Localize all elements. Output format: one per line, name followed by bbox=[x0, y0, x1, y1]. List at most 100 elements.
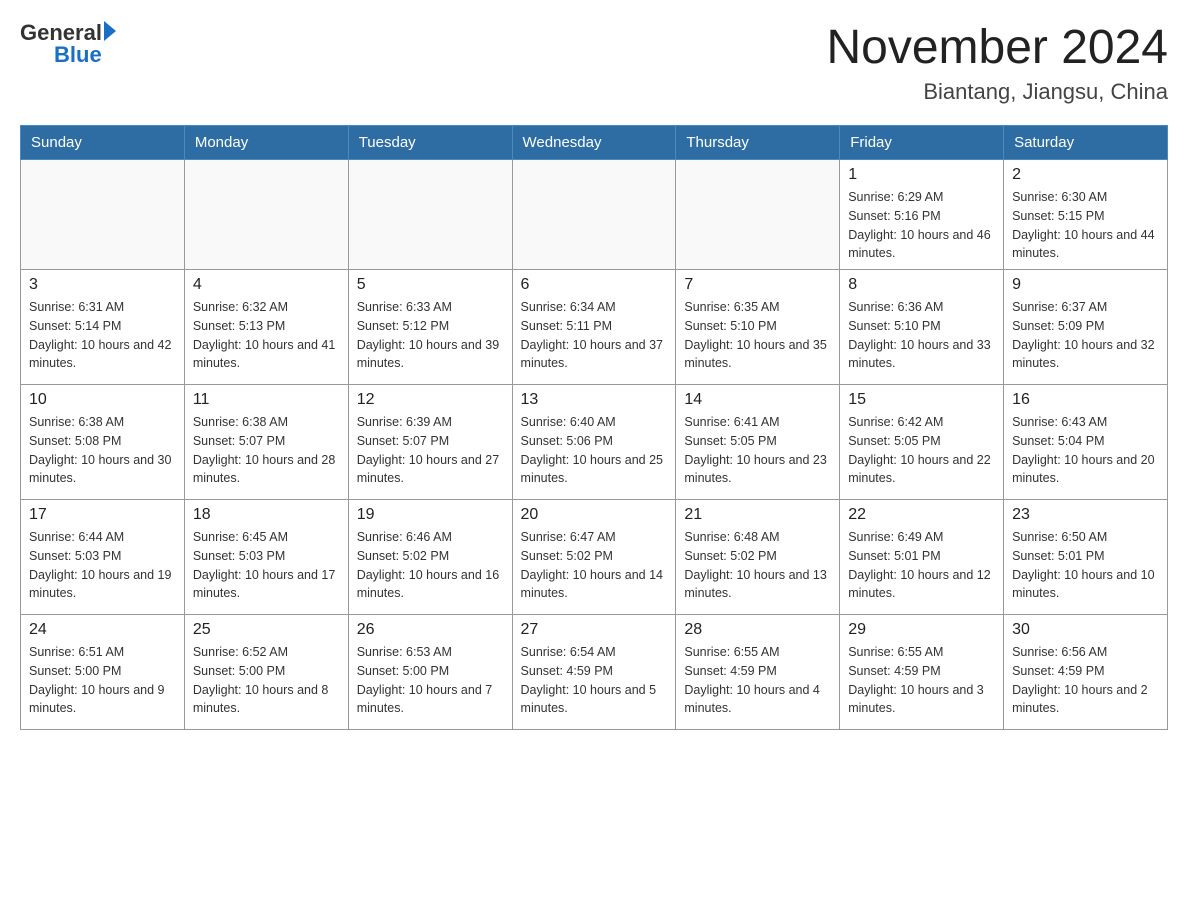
calendar-cell: 24 Sunrise: 6:51 AMSunset: 5:00 PMDayligh… bbox=[21, 615, 185, 730]
calendar-week-3: 10Sunrise: 6:38 AMSunset: 5:08 PMDayligh… bbox=[21, 385, 1168, 500]
calendar-cell: 21 Sunrise: 6:48 AMSunset: 5:02 PMDayligh… bbox=[676, 500, 840, 615]
day-info: Sunrise: 6:38 AMSunset: 5:07 PMDaylight:… bbox=[193, 413, 340, 488]
weekday-header-wednesday: Wednesday bbox=[512, 126, 676, 160]
day-number: 9 bbox=[1012, 276, 1159, 294]
day-info: Sunrise: 6:29 AMSunset: 5:16 PMDaylight:… bbox=[848, 188, 995, 263]
calendar-cell: 9 Sunrise: 6:37 AMSunset: 5:09 PMDaylight… bbox=[1004, 270, 1168, 385]
day-number: 11 bbox=[193, 391, 340, 409]
calendar-cell: 23 Sunrise: 6:50 AMSunset: 5:01 PMDayligh… bbox=[1004, 500, 1168, 615]
calendar-cell bbox=[348, 160, 512, 270]
calendar-week-2: 3 Sunrise: 6:31 AMSunset: 5:14 PMDaylight… bbox=[21, 270, 1168, 385]
day-info: Sunrise: 6:32 AMSunset: 5:13 PMDaylight:… bbox=[193, 298, 340, 373]
day-info: Sunrise: 6:35 AMSunset: 5:10 PMDaylight:… bbox=[684, 298, 831, 373]
calendar-cell: 18Sunrise: 6:45 AMSunset: 5:03 PMDayligh… bbox=[184, 500, 348, 615]
day-info: Sunrise: 6:30 AMSunset: 5:15 PMDaylight:… bbox=[1012, 188, 1159, 263]
calendar-cell: 1 Sunrise: 6:29 AMSunset: 5:16 PMDaylight… bbox=[840, 160, 1004, 270]
day-number: 22 bbox=[848, 506, 995, 524]
day-info: Sunrise: 6:34 AMSunset: 5:11 PMDaylight:… bbox=[521, 298, 668, 373]
calendar-cell bbox=[676, 160, 840, 270]
calendar-cell bbox=[21, 160, 185, 270]
calendar-cell: 29 Sunrise: 6:55 AMSunset: 4:59 PMDayligh… bbox=[840, 615, 1004, 730]
day-info: Sunrise: 6:50 AMSunset: 5:01 PMDaylight:… bbox=[1012, 528, 1159, 603]
calendar-cell: 30 Sunrise: 6:56 AMSunset: 4:59 PMDayligh… bbox=[1004, 615, 1168, 730]
day-info: Sunrise: 6:37 AMSunset: 5:09 PMDaylight:… bbox=[1012, 298, 1159, 373]
day-number: 24 bbox=[29, 621, 176, 639]
day-number: 30 bbox=[1012, 621, 1159, 639]
calendar-table: SundayMondayTuesdayWednesdayThursdayFrid… bbox=[20, 125, 1168, 730]
day-number: 15 bbox=[848, 391, 995, 409]
day-number: 16 bbox=[1012, 391, 1159, 409]
day-number: 14 bbox=[684, 391, 831, 409]
calendar-cell: 13Sunrise: 6:40 AMSunset: 5:06 PMDayligh… bbox=[512, 385, 676, 500]
day-number: 2 bbox=[1012, 166, 1159, 184]
day-info: Sunrise: 6:39 AMSunset: 5:07 PMDaylight:… bbox=[357, 413, 504, 488]
calendar-cell: 22 Sunrise: 6:49 AMSunset: 5:01 PMDayligh… bbox=[840, 500, 1004, 615]
calendar-cell: 14 Sunrise: 6:41 AMSunset: 5:05 PMDayligh… bbox=[676, 385, 840, 500]
calendar-cell: 12Sunrise: 6:39 AMSunset: 5:07 PMDayligh… bbox=[348, 385, 512, 500]
calendar-cell: 27 Sunrise: 6:54 AMSunset: 4:59 PMDayligh… bbox=[512, 615, 676, 730]
day-number: 1 bbox=[848, 166, 995, 184]
weekday-header-sunday: Sunday bbox=[21, 126, 185, 160]
day-info: Sunrise: 6:56 AMSunset: 4:59 PMDaylight:… bbox=[1012, 643, 1159, 718]
day-info: Sunrise: 6:31 AMSunset: 5:14 PMDaylight:… bbox=[29, 298, 176, 373]
weekday-header-tuesday: Tuesday bbox=[348, 126, 512, 160]
calendar-week-4: 17Sunrise: 6:44 AMSunset: 5:03 PMDayligh… bbox=[21, 500, 1168, 615]
day-info: Sunrise: 6:48 AMSunset: 5:02 PMDaylight:… bbox=[684, 528, 831, 603]
calendar-cell: 8Sunrise: 6:36 AMSunset: 5:10 PMDaylight… bbox=[840, 270, 1004, 385]
day-number: 29 bbox=[848, 621, 995, 639]
weekday-header-monday: Monday bbox=[184, 126, 348, 160]
calendar-cell bbox=[184, 160, 348, 270]
day-info: Sunrise: 6:40 AMSunset: 5:06 PMDaylight:… bbox=[521, 413, 668, 488]
calendar-cell: 6Sunrise: 6:34 AMSunset: 5:11 PMDaylight… bbox=[512, 270, 676, 385]
calendar-cell: 17Sunrise: 6:44 AMSunset: 5:03 PMDayligh… bbox=[21, 500, 185, 615]
calendar-cell: 15 Sunrise: 6:42 AMSunset: 5:05 PMDayligh… bbox=[840, 385, 1004, 500]
calendar-cell: 11 Sunrise: 6:38 AMSunset: 5:07 PMDayligh… bbox=[184, 385, 348, 500]
day-info: Sunrise: 6:44 AMSunset: 5:03 PMDaylight:… bbox=[29, 528, 176, 603]
logo: General Blue bbox=[20, 20, 116, 68]
calendar-cell: 20Sunrise: 6:47 AMSunset: 5:02 PMDayligh… bbox=[512, 500, 676, 615]
day-info: Sunrise: 6:53 AMSunset: 5:00 PMDaylight:… bbox=[357, 643, 504, 718]
day-number: 25 bbox=[193, 621, 340, 639]
day-info: Sunrise: 6:43 AMSunset: 5:04 PMDaylight:… bbox=[1012, 413, 1159, 488]
day-number: 23 bbox=[1012, 506, 1159, 524]
calendar-week-1: 1 Sunrise: 6:29 AMSunset: 5:16 PMDaylight… bbox=[21, 160, 1168, 270]
weekday-header-saturday: Saturday bbox=[1004, 126, 1168, 160]
day-number: 28 bbox=[684, 621, 831, 639]
day-info: Sunrise: 6:42 AMSunset: 5:05 PMDaylight:… bbox=[848, 413, 995, 488]
calendar-cell: 25 Sunrise: 6:52 AMSunset: 5:00 PMDayligh… bbox=[184, 615, 348, 730]
day-number: 5 bbox=[357, 276, 504, 294]
weekday-header-friday: Friday bbox=[840, 126, 1004, 160]
calendar-cell: 19 Sunrise: 6:46 AMSunset: 5:02 PMDayligh… bbox=[348, 500, 512, 615]
day-info: Sunrise: 6:41 AMSunset: 5:05 PMDaylight:… bbox=[684, 413, 831, 488]
calendar-cell: 2 Sunrise: 6:30 AMSunset: 5:15 PMDaylight… bbox=[1004, 160, 1168, 270]
weekday-header-row: SundayMondayTuesdayWednesdayThursdayFrid… bbox=[21, 126, 1168, 160]
calendar-cell: 26 Sunrise: 6:53 AMSunset: 5:00 PMDayligh… bbox=[348, 615, 512, 730]
day-info: Sunrise: 6:36 AMSunset: 5:10 PMDaylight:… bbox=[848, 298, 995, 373]
month-title: November 2024 bbox=[826, 20, 1168, 75]
day-info: Sunrise: 6:49 AMSunset: 5:01 PMDaylight:… bbox=[848, 528, 995, 603]
day-number: 7 bbox=[684, 276, 831, 294]
day-number: 4 bbox=[193, 276, 340, 294]
day-info: Sunrise: 6:54 AMSunset: 4:59 PMDaylight:… bbox=[521, 643, 668, 718]
day-number: 18 bbox=[193, 506, 340, 524]
logo-triangle-icon bbox=[104, 21, 116, 41]
day-info: Sunrise: 6:51 AMSunset: 5:00 PMDaylight:… bbox=[29, 643, 176, 718]
day-info: Sunrise: 6:46 AMSunset: 5:02 PMDaylight:… bbox=[357, 528, 504, 603]
title-section: November 2024 Biantang, Jiangsu, China bbox=[826, 20, 1168, 105]
calendar-cell: 3 Sunrise: 6:31 AMSunset: 5:14 PMDaylight… bbox=[21, 270, 185, 385]
day-info: Sunrise: 6:55 AMSunset: 4:59 PMDaylight:… bbox=[848, 643, 995, 718]
calendar-week-5: 24 Sunrise: 6:51 AMSunset: 5:00 PMDayligh… bbox=[21, 615, 1168, 730]
day-number: 21 bbox=[684, 506, 831, 524]
calendar-cell: 28 Sunrise: 6:55 AMSunset: 4:59 PMDayligh… bbox=[676, 615, 840, 730]
day-number: 27 bbox=[521, 621, 668, 639]
day-number: 20 bbox=[521, 506, 668, 524]
location-title: Biantang, Jiangsu, China bbox=[826, 79, 1168, 105]
day-number: 10 bbox=[29, 391, 176, 409]
day-info: Sunrise: 6:52 AMSunset: 5:00 PMDaylight:… bbox=[193, 643, 340, 718]
day-number: 3 bbox=[29, 276, 176, 294]
day-info: Sunrise: 6:55 AMSunset: 4:59 PMDaylight:… bbox=[684, 643, 831, 718]
calendar-cell: 10Sunrise: 6:38 AMSunset: 5:08 PMDayligh… bbox=[21, 385, 185, 500]
day-info: Sunrise: 6:33 AMSunset: 5:12 PMDaylight:… bbox=[357, 298, 504, 373]
day-number: 19 bbox=[357, 506, 504, 524]
day-number: 26 bbox=[357, 621, 504, 639]
